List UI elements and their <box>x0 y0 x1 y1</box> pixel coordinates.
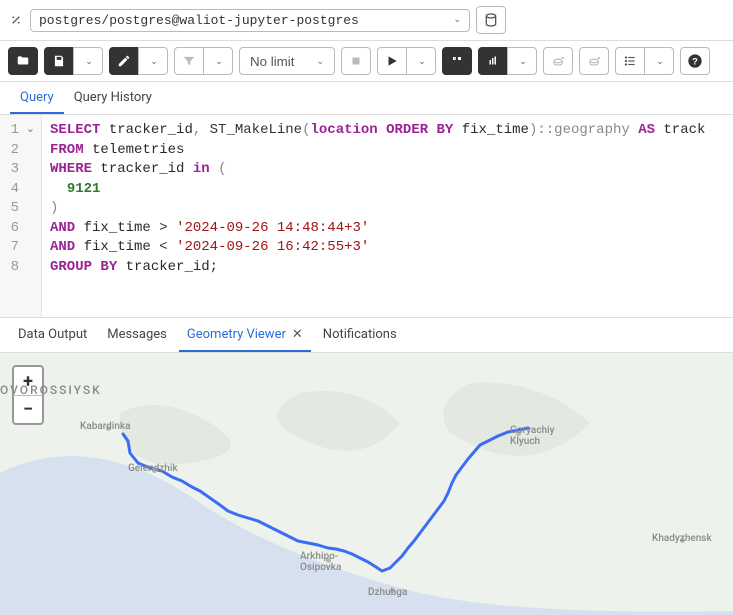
filter-button[interactable] <box>174 47 204 75</box>
connection-select[interactable]: postgres/postgres@waliot-jupyter-postgre… <box>30 9 470 32</box>
chevron-down-icon: ⌄ <box>453 15 461 25</box>
code-area[interactable]: SELECT tracker_id, ST_MakeLine(location … <box>42 115 713 317</box>
svg-text:E: E <box>455 57 457 61</box>
geometry-map[interactable]: + − OVOROSSIYSK Kabardinka Gelendzhik Ar… <box>0 353 733 615</box>
tab-data-output[interactable]: Data Output <box>10 318 95 352</box>
tab-query[interactable]: Query <box>10 82 64 114</box>
map-label-kabardinka: Kabardinka <box>80 421 131 432</box>
macros-button[interactable] <box>615 47 645 75</box>
tab-history[interactable]: Query History <box>64 82 162 114</box>
map-label-arkhipo: Arkhipo- Osipovka <box>300 551 341 573</box>
zoom-out-button[interactable]: − <box>14 395 42 423</box>
edit-dropdown-button[interactable]: ⌄ <box>138 47 168 75</box>
map-label-dzhubga: Dzhubga <box>368 587 407 598</box>
chevron-down-icon: ⌄ <box>316 56 324 67</box>
disconnect-icon[interactable] <box>8 12 24 28</box>
close-icon[interactable]: ✕ <box>292 327 303 342</box>
db-connect-button[interactable] <box>476 6 506 34</box>
analyze-dropdown-button[interactable]: ⌄ <box>507 47 537 75</box>
help-button[interactable]: ? <box>680 47 710 75</box>
tab-geometry-viewer[interactable]: Geometry Viewer ✕ <box>179 318 311 352</box>
chevron-down-icon: ⌄ <box>418 56 426 67</box>
save-dropdown-button[interactable]: ⌄ <box>73 47 103 75</box>
tab-notifications[interactable]: Notifications <box>315 318 405 352</box>
save-button[interactable] <box>44 47 74 75</box>
chevron-down-icon: ⌄ <box>519 56 527 67</box>
connection-text: postgres/postgres@waliot-jupyter-postgre… <box>39 13 451 28</box>
map-label-goryachiy: Goryachiy Klyuch <box>510 425 555 447</box>
limit-label: No limit <box>250 54 294 69</box>
chevron-down-icon: ⌄ <box>656 56 664 67</box>
map-label-novorossiysk: OVOROSSIYSK <box>0 383 102 397</box>
explain-button[interactable]: E <box>442 47 472 75</box>
run-button[interactable] <box>377 47 407 75</box>
analyze-button[interactable] <box>478 47 508 75</box>
edit-button[interactable] <box>109 47 139 75</box>
filter-dropdown-button[interactable]: ⌄ <box>203 47 233 75</box>
chevron-down-icon: ⌄ <box>215 56 223 67</box>
limit-select[interactable]: No limit ⌄ <box>239 47 335 75</box>
map-label-gelendzhik: Gelendzhik <box>128 463 178 474</box>
svg-text:?: ? <box>692 56 698 66</box>
line-gutter: 1 2 3 4 5 6 7 8 <box>0 115 42 317</box>
commit-button[interactable] <box>543 47 573 75</box>
chevron-down-icon: ⌄ <box>85 56 93 67</box>
tab-messages[interactable]: Messages <box>99 318 175 352</box>
sql-editor[interactable]: 1 2 3 4 5 6 7 8 SELECT tracker_id, ST_Ma… <box>0 115 733 317</box>
run-dropdown-button[interactable]: ⌄ <box>406 47 436 75</box>
stop-button[interactable] <box>341 47 371 75</box>
map-label-khadyzhensk: Khadyzhensk <box>652 533 712 544</box>
rollback-button[interactable] <box>579 47 609 75</box>
map-background <box>0 353 733 615</box>
open-file-button[interactable] <box>8 47 38 75</box>
macros-dropdown-button[interactable]: ⌄ <box>644 47 674 75</box>
chevron-down-icon: ⌄ <box>150 56 158 67</box>
